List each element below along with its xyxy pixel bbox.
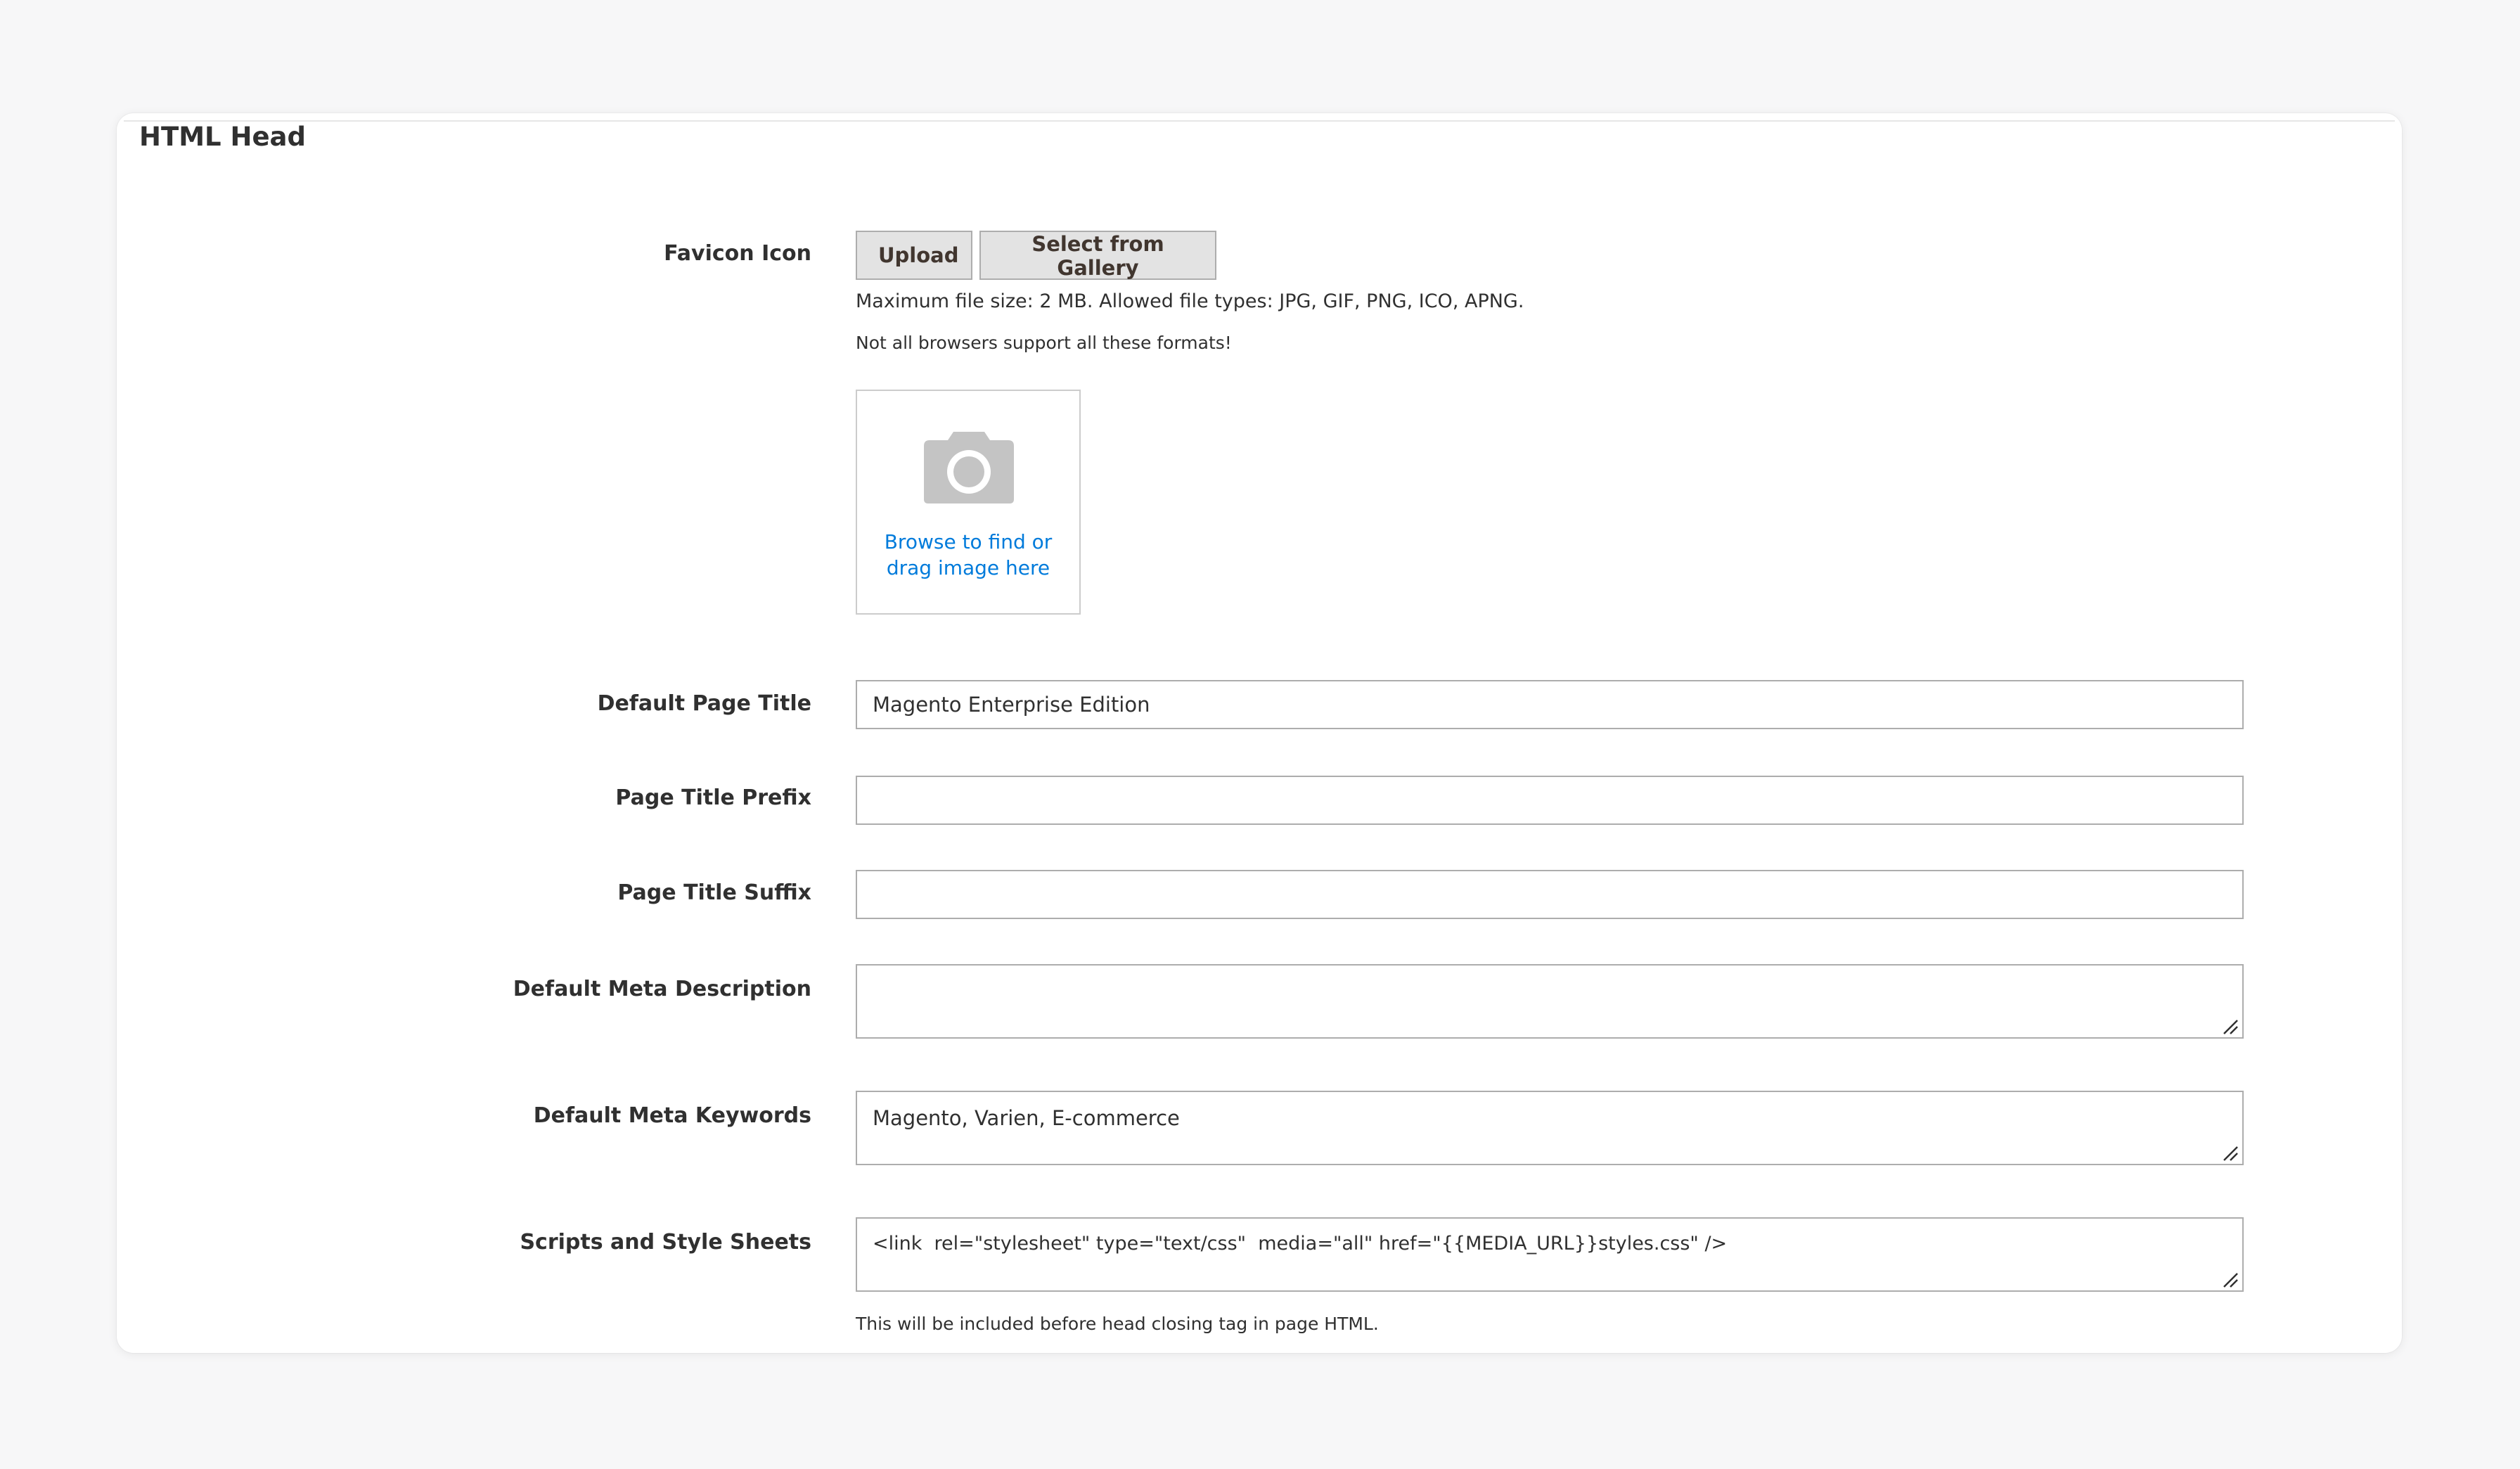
resize-handle-icon[interactable] xyxy=(2221,1018,2239,1036)
dropzone-prompt-line-1: Browse to find or xyxy=(884,530,1053,553)
image-dropzone[interactable]: Browse to find or drag image here xyxy=(856,390,1081,615)
resize-handle-icon[interactable] xyxy=(2221,1144,2239,1162)
html-head-section: HTML Head Favicon Icon Upload Select fro… xyxy=(117,113,2402,1353)
page-title-suffix-input[interactable] xyxy=(856,870,2244,919)
scripts-and-style-sheets-label: Scripts and Style Sheets xyxy=(520,1230,811,1255)
camera-icon xyxy=(924,432,1014,503)
favicon-icon-label: Favicon Icon xyxy=(664,241,811,266)
select-from-gallery-button[interactable]: Select from Gallery xyxy=(979,231,1216,280)
default-meta-description-textarea[interactable] xyxy=(856,964,2244,1039)
favicon-filesize-note: Maximum file size: 2 MB. Allowed file ty… xyxy=(856,290,1524,312)
default-meta-description-label: Default Meta Description xyxy=(513,977,811,1001)
default-meta-keywords-textarea[interactable]: Magento, Varien, E-commerce xyxy=(856,1091,2244,1165)
page-title-suffix-label: Page Title Suffix xyxy=(617,880,811,905)
section-title: HTML Head xyxy=(139,122,306,152)
dropzone-prompt[interactable]: Browse to find or drag image here xyxy=(857,529,1079,581)
page-title-prefix-input[interactable] xyxy=(856,776,2244,825)
favicon-browser-note: Not all browsers support all these forma… xyxy=(856,333,1232,353)
page-title-prefix-label: Page Title Prefix xyxy=(615,785,811,810)
dropzone-prompt-line-2: drag image here xyxy=(886,556,1050,579)
scripts-and-style-sheets-textarea[interactable]: <link rel="stylesheet" type="text/css" m… xyxy=(856,1217,2244,1292)
resize-handle-icon[interactable] xyxy=(2221,1271,2239,1289)
scripts-note: This will be included before head closin… xyxy=(856,1314,1379,1334)
section-top-divider xyxy=(124,120,2395,122)
upload-button[interactable]: Upload xyxy=(856,231,972,280)
default-page-title-label: Default Page Title xyxy=(597,691,811,716)
default-meta-keywords-label: Default Meta Keywords xyxy=(533,1103,811,1128)
default-page-title-input[interactable] xyxy=(856,680,2244,729)
